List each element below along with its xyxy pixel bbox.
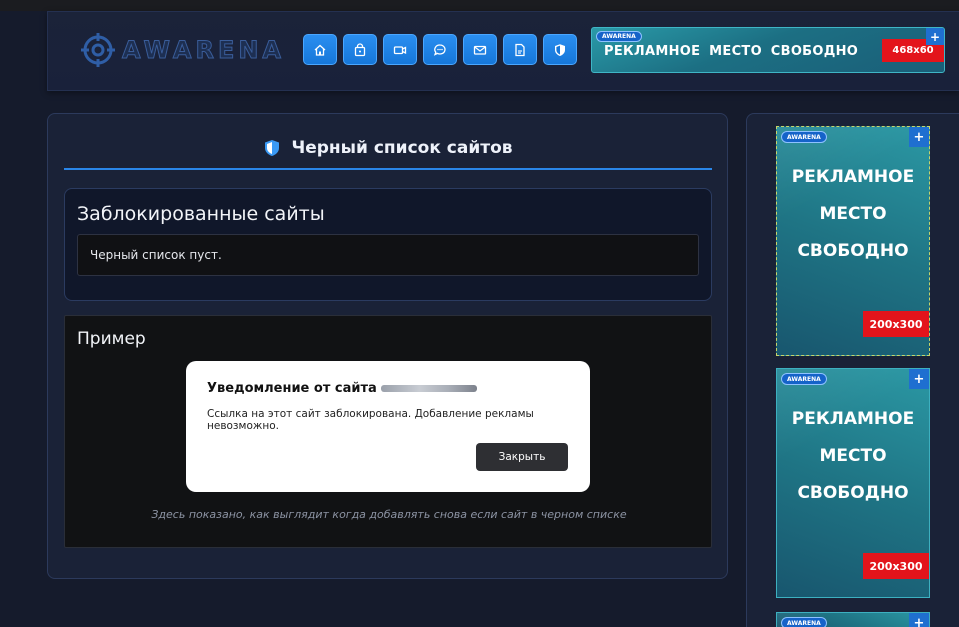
browser-top-strip	[0, 0, 959, 11]
example-card: Пример Уведомление от сайта Ссылка на эт…	[64, 315, 712, 548]
ad-size-badge: 200x300	[863, 553, 929, 579]
ad-tag: AWARENA	[781, 373, 827, 385]
sidebar-ad-3[interactable]: AWARENA +	[776, 612, 930, 627]
mail-icon	[473, 45, 487, 55]
sidebar-ad-2[interactable]: AWARENA + РЕКЛАМНОЕ МЕСТО СВОБОДНО 200x3…	[776, 368, 930, 598]
nav-home-button[interactable]	[303, 34, 337, 65]
lock-bag-icon	[354, 42, 366, 56]
nav-video-button[interactable]	[383, 34, 417, 65]
nav-shop-button[interactable]	[343, 34, 377, 65]
nav-buttons	[303, 34, 577, 65]
ad-add-button[interactable]: +	[909, 127, 929, 147]
notification-message: Ссылка на этот сайт заблокирована. Добав…	[207, 408, 534, 432]
shield-icon	[555, 43, 565, 56]
site-logo[interactable]: AWARENA	[80, 32, 285, 68]
nav-mail-button[interactable]	[463, 34, 497, 65]
notification-title-text: Уведомление от сайта	[207, 381, 377, 396]
ad-line: РЕКЛАМНОЕ	[791, 409, 915, 429]
sidebar-ad-1[interactable]: AWARENA + РЕКЛАМНОЕ МЕСТО СВОБОДНО 200x3…	[776, 126, 930, 356]
example-caption: Здесь показано, как выглядит когда добав…	[151, 508, 627, 521]
home-icon	[314, 44, 326, 56]
blocked-sites-heading: Заблокированные сайты	[77, 203, 325, 225]
ad-add-button[interactable]: +	[926, 28, 944, 45]
header-ad-banner[interactable]: AWARENA РЕКЛАМНОЕ МЕСТО СВОБОДНО 468x60 …	[591, 27, 945, 73]
crosshair-logo-icon	[81, 33, 115, 67]
example-heading: Пример	[77, 329, 146, 349]
ad-tag: AWARENA	[781, 617, 827, 627]
ad-tag: AWARENA	[596, 31, 642, 42]
nav-blacklist-button[interactable]	[543, 34, 577, 65]
close-button[interactable]: Закрыть	[476, 443, 568, 471]
site-header: AWARENA AWARENA РЕКЛАМНОЕ МЕСТО СВОБОДНО…	[47, 11, 959, 91]
ad-add-button[interactable]: +	[909, 369, 929, 389]
ad-text: РЕКЛАМНОЕ МЕСТО СВОБОДНО	[604, 44, 859, 59]
blurred-site-name	[380, 385, 477, 392]
blacklist-panel: Черный список сайтов Заблокированные сай…	[47, 113, 728, 579]
ad-line: МЕСТО	[819, 204, 887, 224]
ad-line: СВОБОДНО	[797, 241, 909, 261]
ad-line: РЕКЛАМНОЕ	[791, 167, 915, 187]
page-title: Черный список сайтов	[64, 128, 712, 170]
shield-icon	[265, 140, 280, 156]
page-title-text: Черный список сайтов	[291, 138, 513, 158]
nav-document-button[interactable]	[503, 34, 537, 65]
blacklist-empty-message: Черный список пуст.	[77, 234, 699, 276]
ad-add-button[interactable]: +	[909, 613, 929, 627]
blocked-sites-card: Заблокированные сайты Черный список пуст…	[64, 188, 712, 301]
nav-chat-button[interactable]	[423, 34, 457, 65]
notification-title: Уведомление от сайта	[207, 381, 477, 396]
document-icon	[515, 43, 525, 56]
video-icon	[393, 45, 407, 54]
chat-icon	[433, 43, 446, 56]
notification-dialog: Уведомление от сайта Ссылка на этот сайт…	[186, 361, 590, 492]
ad-tag: AWARENA	[781, 131, 827, 143]
ad-line: МЕСТО	[819, 446, 887, 466]
ad-line: СВОБОДНО	[797, 483, 909, 503]
logo-text: AWARENA	[122, 36, 285, 65]
ad-size-badge: 200x300	[863, 311, 929, 337]
